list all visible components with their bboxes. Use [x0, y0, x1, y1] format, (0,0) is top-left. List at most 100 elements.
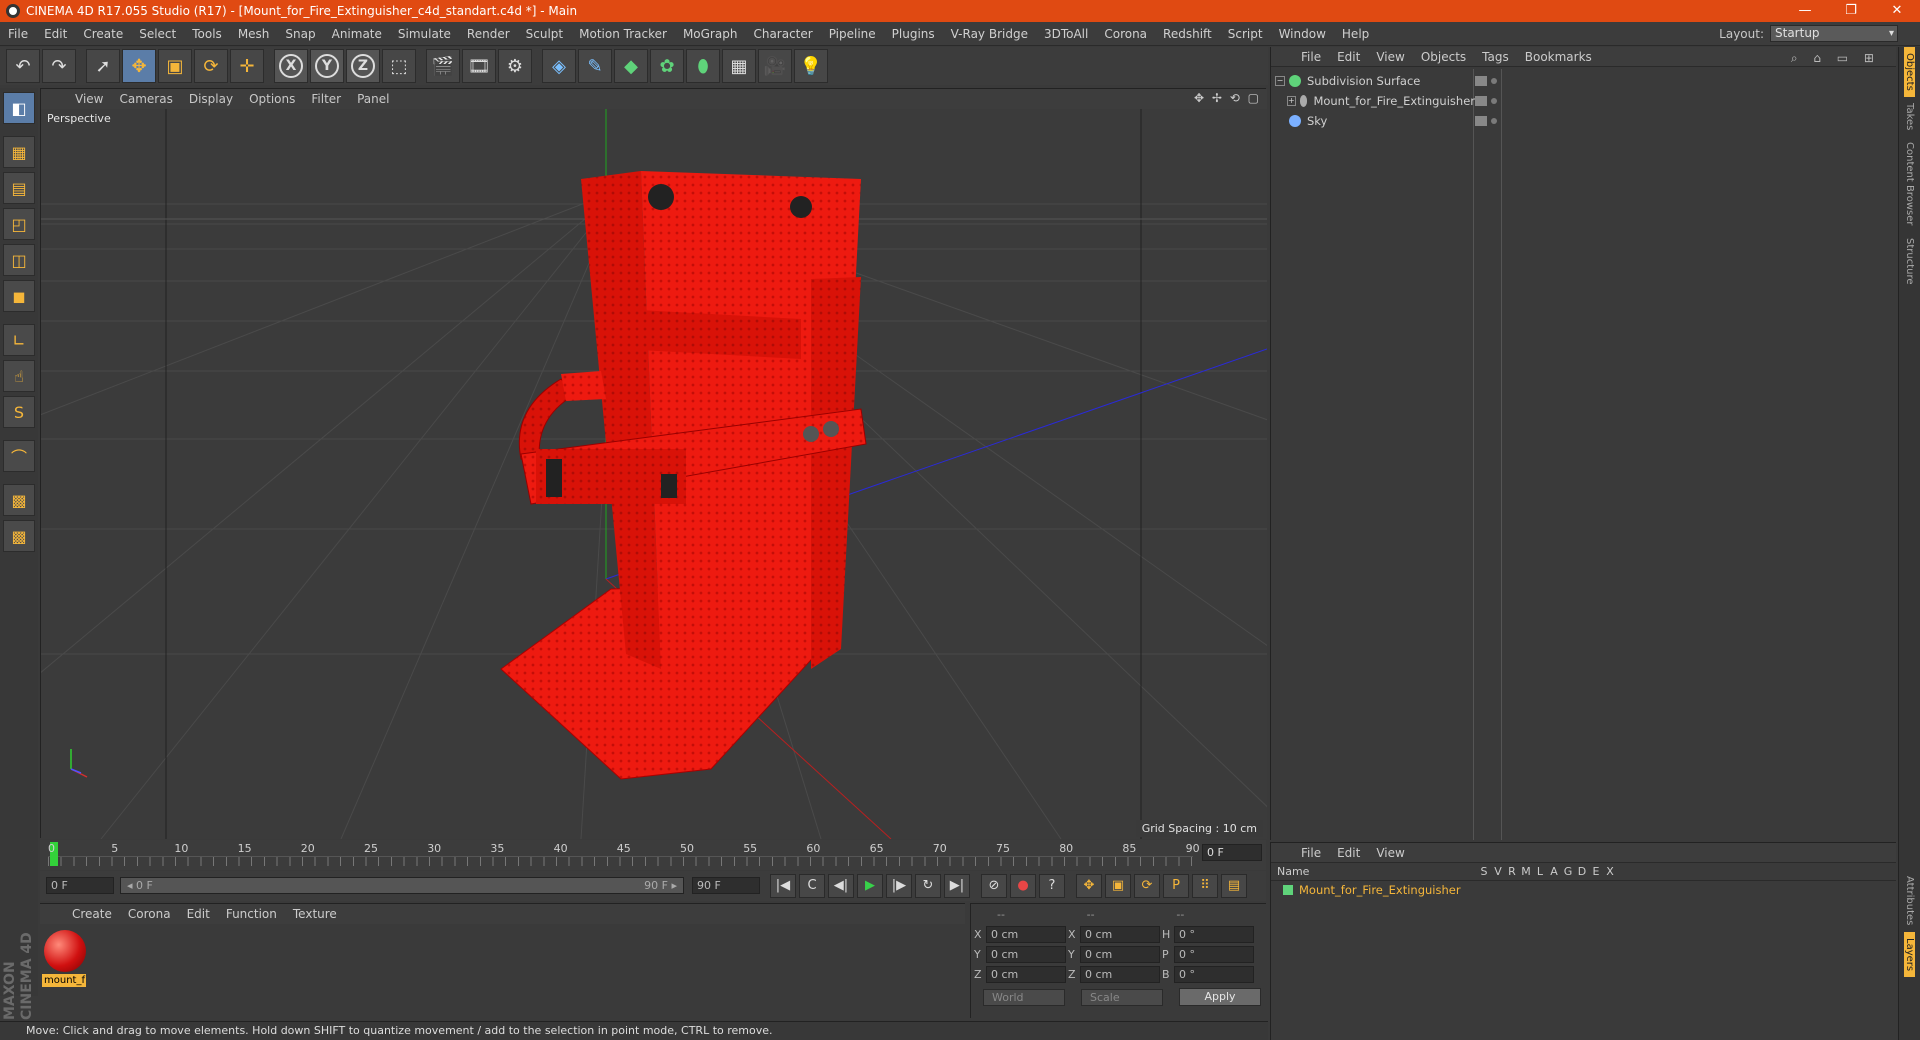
pen-icon[interactable]: ✎ — [578, 49, 612, 83]
side-tab-objects[interactable]: Objects — [1904, 47, 1915, 97]
collapse-icon[interactable]: − — [1275, 76, 1285, 86]
magnet-icon[interactable]: ⌒ — [3, 440, 35, 472]
material-preview[interactable] — [44, 930, 86, 972]
goto-end-button[interactable]: ▶| — [944, 874, 970, 898]
side-tab-structure[interactable]: Structure — [1904, 232, 1915, 291]
key-rotate-button[interactable]: ⟳ — [1134, 874, 1160, 898]
timeline-ruler[interactable]: 0 5 10 15 20 25 30 35 40 45 50 55 60 65 70 75 80 85 90 — [48, 842, 1200, 866]
visibility-toggle-icon[interactable] — [1475, 116, 1487, 126]
menu-file[interactable]: File — [0, 27, 36, 41]
menu-sculpt[interactable]: Sculpt — [518, 27, 571, 41]
polygons-icon[interactable]: ◼ — [3, 280, 35, 312]
timeline-view-button[interactable]: ▤ — [1221, 874, 1247, 898]
object-name[interactable]: Sky — [1307, 114, 1327, 128]
object-name[interactable]: Subdivision Surface — [1307, 74, 1420, 88]
menu-plugins[interactable]: Plugins — [884, 27, 943, 41]
floor-icon[interactable]: ▦ — [722, 49, 756, 83]
coord-value-field[interactable]: 0 ° — [1174, 965, 1254, 983]
viewport-menu-options[interactable]: Options — [241, 92, 303, 106]
menu-script[interactable]: Script — [1220, 27, 1271, 41]
viewport-menu-display[interactable]: Display — [181, 92, 241, 106]
viewport-nav-icons[interactable]: ✥ ✢ ⟲ ▢ — [1194, 91, 1261, 105]
menu-render[interactable]: Render — [459, 27, 518, 41]
coord-value-field[interactable]: 0 cm — [986, 965, 1066, 983]
menu-simulate[interactable]: Simulate — [390, 27, 459, 41]
size-mode-dropdown[interactable]: Scale — [1081, 988, 1163, 1006]
autokey-button[interactable]: ⊘ — [981, 874, 1007, 898]
scale-icon[interactable]: ▣ — [158, 49, 192, 83]
start-frame-field[interactable]: 0 F — [46, 877, 114, 894]
coord-value-field[interactable]: 0 cm — [1080, 965, 1160, 983]
material-menu-corona[interactable]: Corona — [120, 907, 179, 921]
layer-menu-edit[interactable]: Edit — [1329, 846, 1368, 860]
material-menu-edit[interactable]: Edit — [179, 907, 218, 921]
tweak-icon[interactable]: ☝ — [3, 360, 35, 392]
layer-row[interactable]: Mount_for_Fire_Extinguisher — [1271, 881, 1896, 899]
cloner-icon[interactable]: ✿ — [650, 49, 684, 83]
menu-redshift[interactable]: Redshift — [1155, 27, 1220, 41]
points-icon[interactable]: ◰ — [3, 208, 35, 240]
menu-help[interactable]: Help — [1334, 27, 1377, 41]
redo-icon[interactable]: ↷ — [42, 49, 76, 83]
grid-snap-icon[interactable]: ▩ — [3, 520, 35, 552]
coord-value-field[interactable]: 0 ° — [1174, 925, 1254, 943]
apply-button[interactable]: Apply — [1179, 988, 1261, 1006]
undo-icon[interactable]: ↶ — [6, 49, 40, 83]
menu-window[interactable]: Window — [1271, 27, 1334, 41]
menu-tools[interactable]: Tools — [184, 27, 230, 41]
object-row[interactable]: − Subdivision Surface — [1275, 71, 1475, 91]
loop-button[interactable]: ↻ — [915, 874, 941, 898]
coord-system-icon[interactable]: ⬚ — [382, 49, 416, 83]
viewport-menu-view[interactable]: View — [67, 92, 111, 106]
menu-motion-tracker[interactable]: Motion Tracker — [571, 27, 675, 41]
move-icon[interactable]: ✥ — [122, 49, 156, 83]
visibility-toggle-icon[interactable] — [1475, 96, 1487, 106]
menu-create[interactable]: Create — [75, 27, 131, 41]
object-manager-icons[interactable]: ⌕ ⌂ ▭ ⊞ — [1791, 51, 1880, 66]
prev-key-button[interactable]: C — [799, 874, 825, 898]
layout-dropdown[interactable]: Startup — [1770, 25, 1898, 42]
menu-character[interactable]: Character — [745, 27, 820, 41]
render-toggle-icon[interactable] — [1491, 118, 1497, 124]
z-axis-icon[interactable]: Z — [346, 49, 380, 83]
menu-corona[interactable]: Corona — [1096, 27, 1155, 41]
menu-mograph[interactable]: MoGraph — [675, 27, 746, 41]
minimize-button[interactable]: — — [1782, 0, 1828, 22]
material-name[interactable]: mount_f — [42, 974, 86, 987]
layer-color-swatch[interactable] — [1283, 885, 1293, 895]
render-region-icon[interactable]: 🎞 — [462, 49, 496, 83]
object-menu-view[interactable]: View — [1368, 50, 1412, 64]
material-menu-create[interactable]: Create — [64, 907, 120, 921]
goto-start-button[interactable]: |◀ — [770, 874, 796, 898]
side-tab-takes[interactable]: Takes — [1904, 97, 1915, 136]
live-move-icon[interactable]: ✛ — [230, 49, 264, 83]
side-tab-layers[interactable]: Layers — [1904, 931, 1915, 977]
menu-snap[interactable]: Snap — [277, 27, 323, 41]
timeline[interactable]: 0 5 10 15 20 25 30 35 40 45 50 55 60 65 70 75 80 85 90 0 F — [40, 840, 1266, 870]
edges-icon[interactable]: ◫ — [3, 244, 35, 276]
maximize-button[interactable]: ❐ — [1828, 0, 1874, 22]
viewport-menu-filter[interactable]: Filter — [303, 92, 349, 106]
object-name[interactable]: Mount_for_Fire_Extinguisher — [1313, 94, 1475, 108]
key-move-button[interactable]: ✥ — [1076, 874, 1102, 898]
viewport-menu-panel[interactable]: Panel — [349, 92, 397, 106]
keyframe-help-button[interactable]: ? — [1039, 874, 1065, 898]
solo-icon[interactable]: S — [3, 396, 35, 428]
axis-icon[interactable]: ∟ — [3, 324, 35, 356]
layer-name[interactable]: Mount_for_Fire_Extinguisher — [1299, 883, 1461, 897]
render-toggle-icon[interactable] — [1491, 98, 1497, 104]
y-axis-icon[interactable]: Y — [310, 49, 344, 83]
menu-animate[interactable]: Animate — [324, 27, 390, 41]
camera-icon[interactable]: 🎥 — [758, 49, 792, 83]
model-icon[interactable]: ◧ — [3, 92, 35, 124]
object-menu-file[interactable]: File — [1293, 50, 1329, 64]
play-button[interactable]: ▶ — [857, 874, 883, 898]
menu-v-ray-bridge[interactable]: V-Ray Bridge — [943, 27, 1036, 41]
select-icon[interactable]: ➚ — [86, 49, 120, 83]
menu-edit[interactable]: Edit — [36, 27, 75, 41]
render-toggle-icon[interactable] — [1491, 78, 1497, 84]
viewport-menu-cameras[interactable]: Cameras — [111, 92, 180, 106]
record-button[interactable]: ● — [1010, 874, 1036, 898]
key-scale-button[interactable]: ▣ — [1105, 874, 1131, 898]
key-pla-button[interactable]: ⠿ — [1192, 874, 1218, 898]
